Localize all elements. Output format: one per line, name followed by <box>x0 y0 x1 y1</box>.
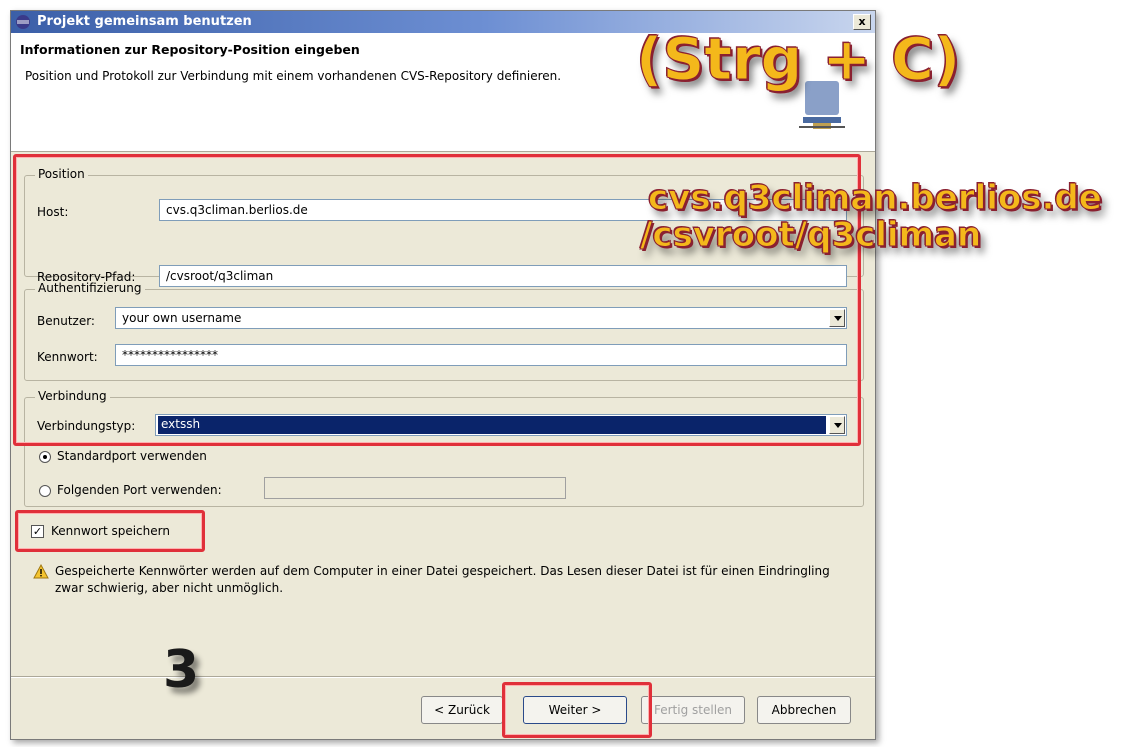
default-port-label: Standardport verwenden <box>57 449 207 463</box>
step-number: 3 <box>163 640 200 700</box>
page-description: Position und Protokoll zur Verbindung mi… <box>25 69 562 83</box>
custom-port-label: Folgenden Port verwenden: <box>57 483 222 497</box>
host-annotation: cvs.q3climan.berlios.de <box>648 178 1103 219</box>
warning-text: Gespeicherte Kennwörter werden auf dem C… <box>55 564 830 595</box>
back-button[interactable]: < Zurück <box>421 696 503 724</box>
button-separator <box>11 676 875 678</box>
default-port-radio[interactable] <box>39 451 51 463</box>
shortcut-annotation: (Strg + C) <box>635 25 961 94</box>
warning-icon <box>33 564 49 579</box>
highlight-next-button <box>502 682 652 738</box>
eclipse-icon <box>16 15 30 29</box>
custom-port-radio[interactable] <box>39 485 51 497</box>
window-title: Projekt gemeinsam benutzen <box>37 14 252 29</box>
page-title: Informationen zur Repository-Position ei… <box>20 42 360 57</box>
path-annotation: /csvroot/q3climan <box>639 215 982 256</box>
finish-button[interactable]: Fertig stellen <box>641 696 745 724</box>
port-input[interactable] <box>264 477 566 499</box>
highlight-save-password <box>15 510 205 552</box>
cancel-button[interactable]: Abbrechen <box>757 696 851 724</box>
